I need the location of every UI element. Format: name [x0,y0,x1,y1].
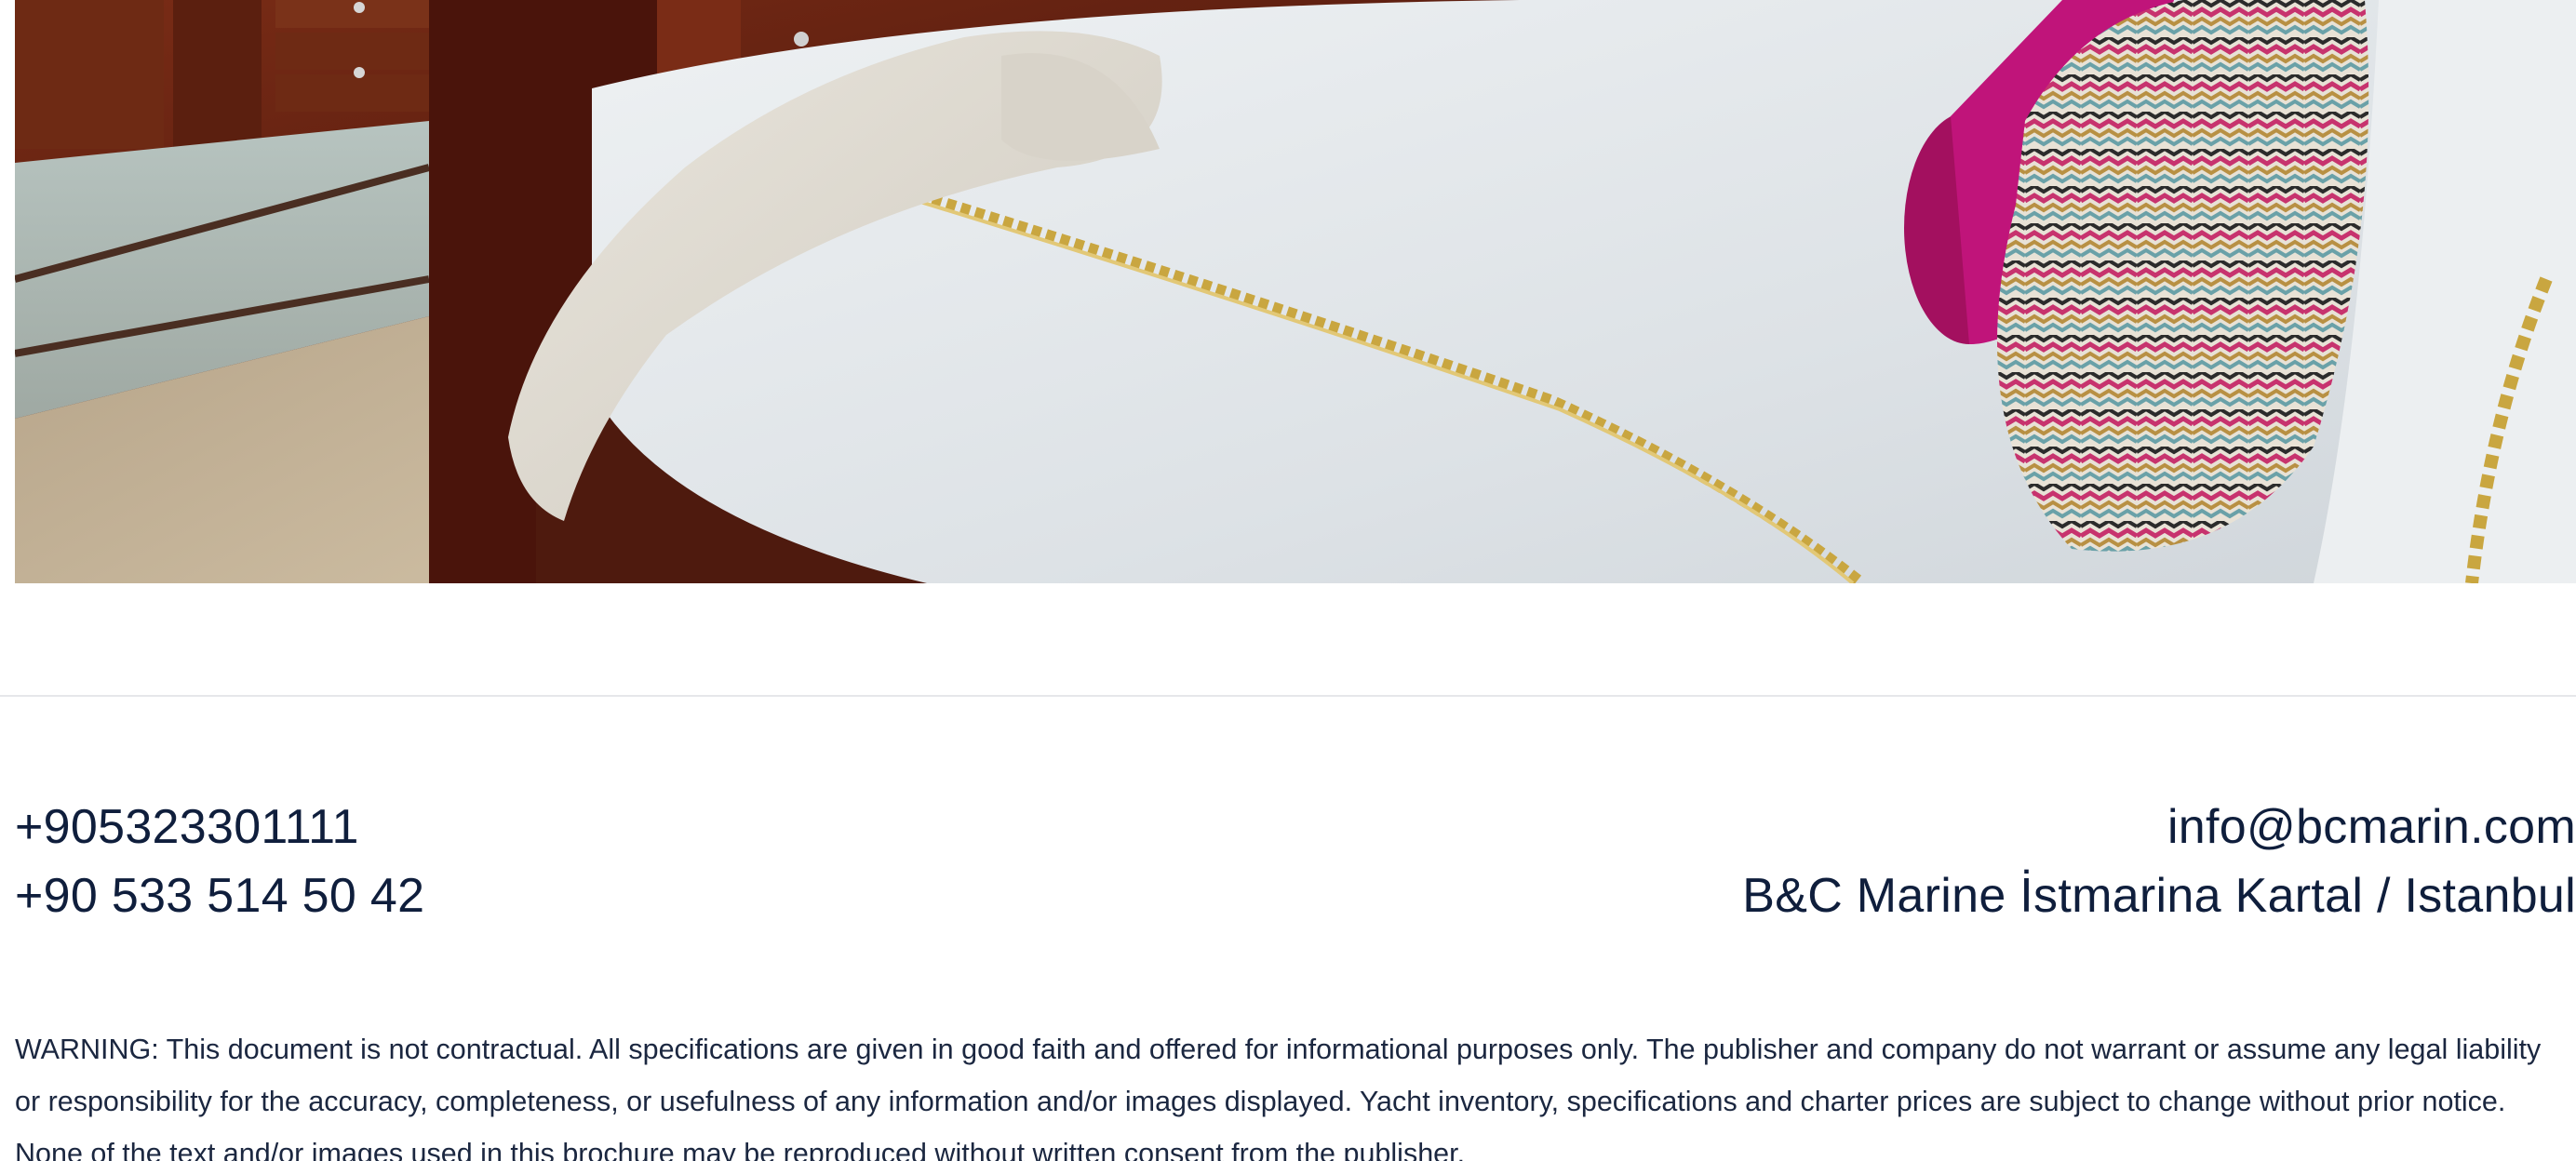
email-link[interactable]: info@bcmarin.com [1180,793,2576,861]
contact-details: info@bcmarin.com B&C Marine İstmarina Ka… [1180,793,2576,930]
phone-link-secondary[interactable]: +90 533 514 50 42 [15,861,852,930]
contact-phones: +905323301111 +90 533 514 50 42 [15,793,852,930]
cabin-photo [15,0,2576,583]
phone-link-primary[interactable]: +905323301111 [15,793,852,861]
section-divider [0,695,2576,697]
legal-disclaimer: WARNING: This document is not contractua… [15,1034,2542,1161]
office-address: B&C Marine İstmarina Kartal / Istanbul [1742,869,2576,923]
